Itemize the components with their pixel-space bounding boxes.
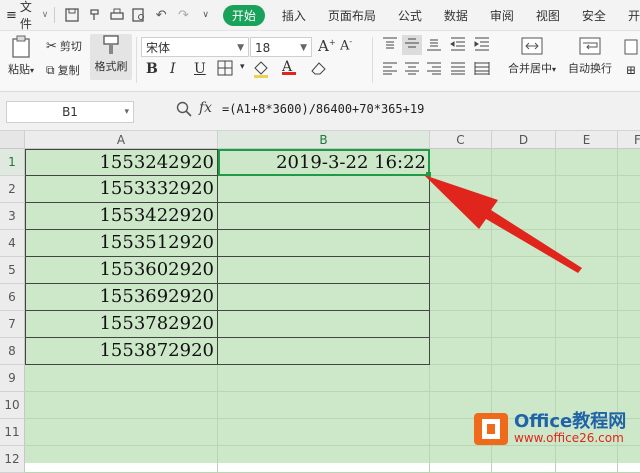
- annotation-arrow-shape: [424, 175, 582, 273]
- watermark-logo: Office教程网 www.office26.com: [472, 410, 626, 448]
- watermark-url: www.office26.com: [514, 431, 624, 446]
- watermark-brand: Office教程网: [514, 411, 627, 433]
- annotation-arrow: [424, 175, 582, 273]
- office-logo-icon: [474, 413, 508, 445]
